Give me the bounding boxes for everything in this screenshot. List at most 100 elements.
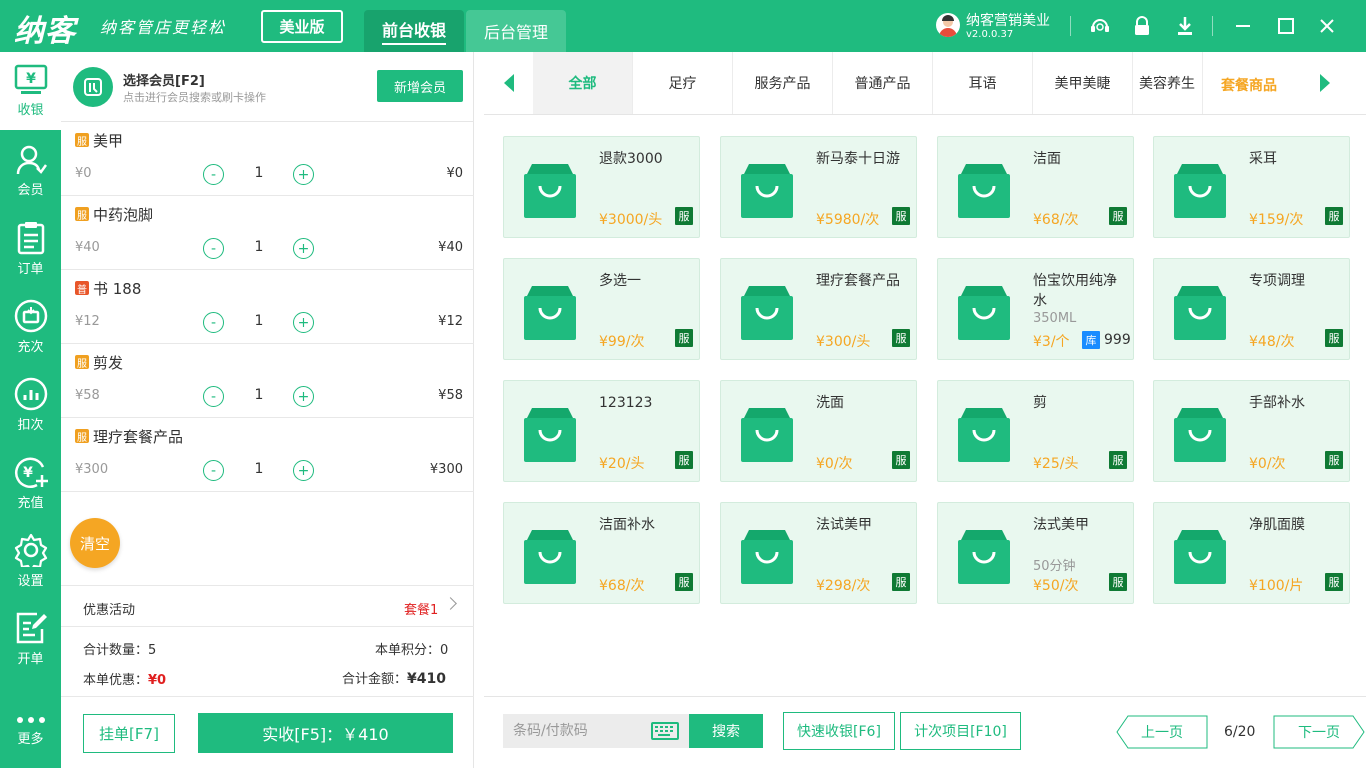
qty-decrease-button[interactable]: - <box>203 460 224 481</box>
minimize-icon[interactable] <box>1231 14 1255 38</box>
item-quantity[interactable]: 1 <box>249 387 269 403</box>
category-prev-button[interactable] <box>484 52 534 114</box>
product-name: 多选一 <box>599 273 641 289</box>
product-card[interactable]: 怡宝饮用纯净水 350ML ¥3/个库 999 <box>937 258 1134 360</box>
svg-text:¥: ¥ <box>23 465 33 481</box>
product-card[interactable]: 剪 ¥25/头 服 <box>937 380 1134 482</box>
nav-label: 充次 <box>17 340 44 355</box>
product-card[interactable]: 法试美甲 ¥298/次 服 <box>720 502 917 604</box>
maximize-icon[interactable] <box>1274 14 1298 38</box>
item-name: 书 188 <box>93 280 142 298</box>
service-tag: 服 <box>1325 329 1343 347</box>
nav-item-deduct-times[interactable]: 扣次 <box>0 366 61 444</box>
item-quantity[interactable]: 1 <box>249 461 269 477</box>
top-bar: 纳客 纳客管店更轻松 美业版 前台收银 后台管理 纳客营销美业 v2.0.0.3… <box>0 0 1366 52</box>
item-name: 美甲 <box>93 132 124 150</box>
product-card[interactable]: 理疗套餐产品 ¥300/头 服 <box>720 258 917 360</box>
product-price: ¥159/次 <box>1249 212 1304 228</box>
qty-increase-button[interactable]: + <box>293 238 314 259</box>
order-item[interactable]: 服 中药泡脚 ¥40 - 1 + ¥40 <box>61 196 474 270</box>
order-item[interactable]: 服 剪发 ¥58 - 1 + ¥58 <box>61 344 474 418</box>
category-tab[interactable]: 服务产品 <box>733 52 833 114</box>
tab-backend-admin[interactable]: 后台管理 <box>466 10 566 52</box>
product-card[interactable]: 手部补水 ¥0/次 服 <box>1153 380 1350 482</box>
product-card[interactable]: 新马泰十日游 ¥5980/次服 <box>720 136 917 238</box>
qty-decrease-button[interactable]: - <box>203 312 224 333</box>
keyboard-icon[interactable] <box>651 722 679 740</box>
service-tag: 服 <box>675 329 693 347</box>
product-spec: 50分钟 <box>1033 559 1076 574</box>
edition-button[interactable]: 美业版 <box>261 10 343 43</box>
order-total-value: ¥410 <box>407 671 446 687</box>
qty-decrease-button[interactable]: - <box>203 238 224 259</box>
shopping-bag-icon <box>741 286 793 340</box>
count-item-button[interactable]: 计次项目[F10] <box>900 712 1021 750</box>
product-card[interactable]: 洁面补水 ¥68/次 服 <box>503 502 700 604</box>
item-quantity[interactable]: 1 <box>249 165 269 181</box>
order-item[interactable]: 服 理疗套餐产品 ¥300 - 1 + ¥300 <box>61 418 474 492</box>
nav-item-settings[interactable]: 设置 <box>0 522 61 600</box>
order-item[interactable]: 普 书 188 ¥12 - 1 + ¥12 <box>61 270 474 344</box>
prev-page-label: 上一页 <box>1141 725 1183 741</box>
new-member-button[interactable]: 新增会员 <box>377 70 463 102</box>
qty-decrease-button[interactable]: - <box>203 164 224 185</box>
search-button[interactable]: 搜索 <box>689 714 763 748</box>
nav-item-more[interactable]: 更多 <box>0 692 61 768</box>
qty-increase-button[interactable]: + <box>293 386 314 407</box>
product-price: ¥68/次 <box>599 578 645 594</box>
category-tab[interactable]: 足疗 <box>633 52 733 114</box>
nav-item-order[interactable]: 订单 <box>0 210 61 288</box>
qty-increase-button[interactable]: + <box>293 164 314 185</box>
qty-increase-button[interactable]: + <box>293 460 314 481</box>
product-name: 洗面 <box>816 395 844 411</box>
download-icon[interactable] <box>1173 14 1197 38</box>
order-item[interactable]: 服 美甲 ¥0 - 1 + ¥0 <box>61 122 474 196</box>
product-card[interactable]: 法式美甲 50分钟 ¥50/次 服 <box>937 502 1134 604</box>
category-tab[interactable]: 耳语 <box>933 52 1033 114</box>
product-card[interactable]: 退款3000 ¥3000/头服 <box>503 136 700 238</box>
item-quantity[interactable]: 1 <box>249 313 269 329</box>
avatar[interactable] <box>936 13 960 37</box>
clear-order-button[interactable]: 清空 <box>70 518 120 568</box>
category-next-button[interactable] <box>1300 52 1350 114</box>
service-tag: 服 <box>892 207 910 225</box>
item-type-tag: 服 <box>75 429 89 444</box>
product-card[interactable]: 123123 ¥20/头 服 <box>503 380 700 482</box>
next-page-button[interactable]: 下一页 <box>1273 715 1365 749</box>
nav-item-billing[interactable]: 开单 <box>0 600 61 678</box>
category-tab[interactable]: 美容养生 <box>1133 52 1203 114</box>
order-icon <box>17 222 44 255</box>
prev-page-button[interactable]: 上一页 <box>1116 715 1208 749</box>
nav-label: 设置 <box>17 574 44 589</box>
nav-label: 更多 <box>17 732 44 747</box>
nav-item-recharge[interactable]: ¥ 充值 <box>0 444 61 522</box>
member-card-icon <box>73 67 113 107</box>
category-tab[interactable]: 美甲美睫 <box>1033 52 1133 114</box>
promotion-row[interactable]: 优惠活动 套餐1 <box>61 585 474 627</box>
item-quantity[interactable]: 1 <box>249 239 269 255</box>
support-icon[interactable] <box>1088 14 1112 38</box>
lock-icon[interactable] <box>1130 14 1154 38</box>
category-tab-package[interactable]: 套餐商品 <box>1221 75 1277 95</box>
qty-increase-button[interactable]: + <box>293 312 314 333</box>
product-card[interactable]: 专项调理 ¥48/次 服 <box>1153 258 1350 360</box>
nav-item-recharge-times[interactable]: 充次 <box>0 288 61 366</box>
quick-pay-button[interactable]: 快速收银[F6] <box>783 712 895 750</box>
hang-order-button[interactable]: 挂单[F7] <box>83 714 175 753</box>
product-card[interactable]: 净肌面膜 ¥100/片 服 <box>1153 502 1350 604</box>
product-card[interactable]: 洁面 ¥68/次 服 <box>937 136 1134 238</box>
product-card[interactable]: 洗面 ¥0/次 服 <box>720 380 917 482</box>
close-icon[interactable] <box>1315 14 1339 38</box>
member-select-title[interactable]: 选择会员[F2] <box>123 70 205 89</box>
tab-front-cashier[interactable]: 前台收银 <box>364 10 464 52</box>
nav-item-member[interactable]: 会员 <box>0 132 61 210</box>
checkout-button[interactable]: 实收[F5]：￥410 <box>198 713 453 753</box>
product-card[interactable]: 多选一 ¥99/次 服 <box>503 258 700 360</box>
category-tab[interactable]: 普通产品 <box>833 52 933 114</box>
member-select-row[interactable]: 选择会员[F2] 点击进行会员搜索或刷卡操作 新增会员 <box>61 52 474 122</box>
nav-item-cashier[interactable]: ¥ 收银 <box>0 52 61 130</box>
category-tab[interactable]: 全部 <box>533 52 633 114</box>
product-card[interactable]: 采耳 ¥159/次 服 <box>1153 136 1350 238</box>
user-name[interactable]: 纳客营销美业 <box>966 10 1050 30</box>
qty-decrease-button[interactable]: - <box>203 386 224 407</box>
